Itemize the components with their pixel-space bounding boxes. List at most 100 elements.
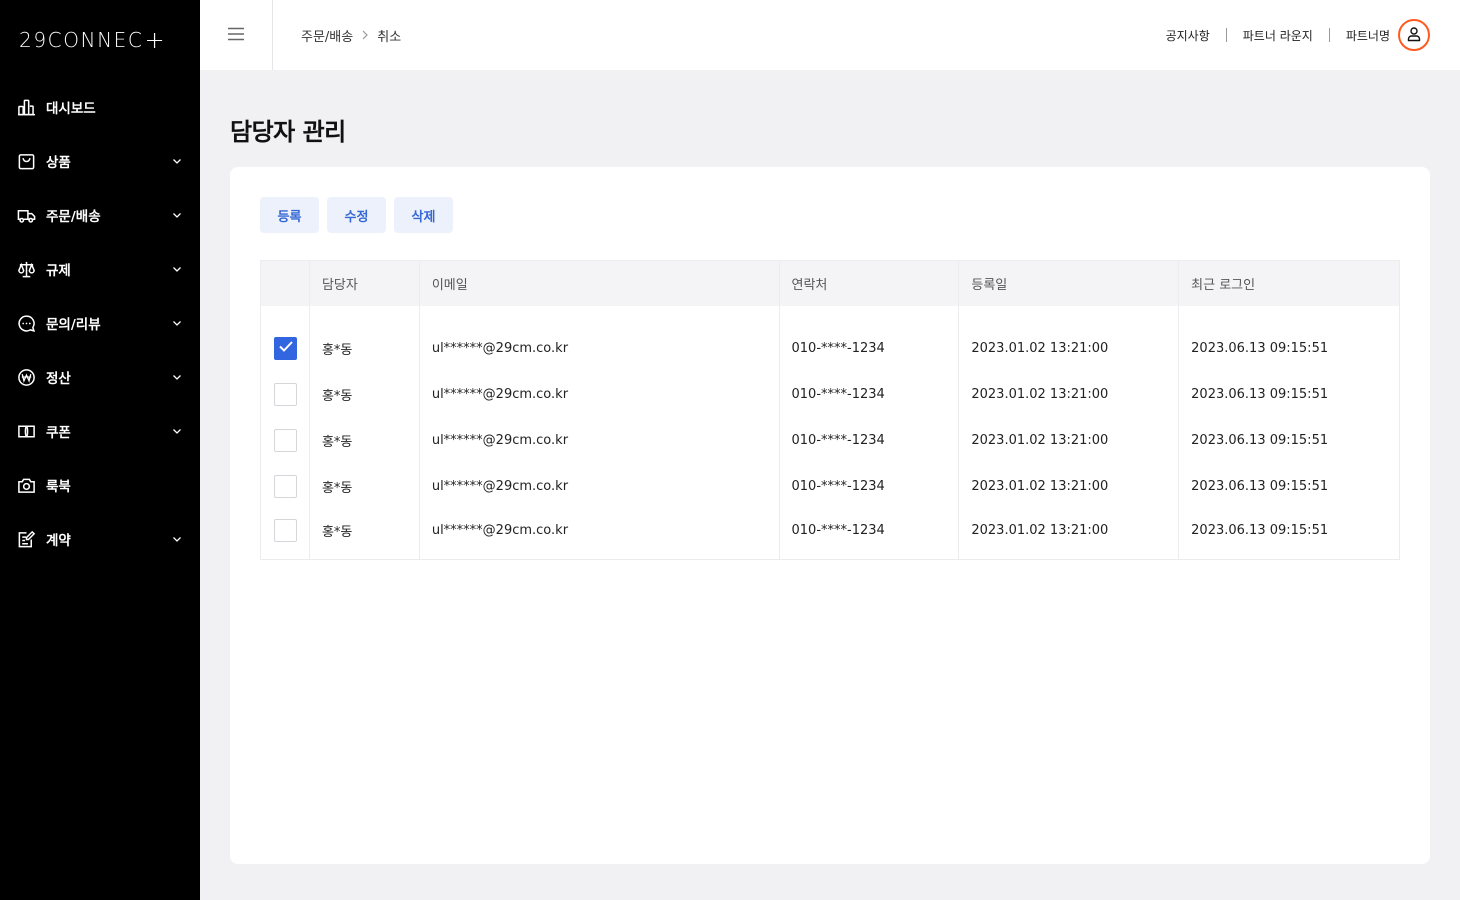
- row-checkbox[interactable]: [274, 475, 297, 498]
- email-cell: ul******@29cm.co.kr: [419, 417, 780, 464]
- email-cell: ul******@29cm.co.kr: [419, 305, 780, 372]
- sidebar-item-label: 대시보드: [46, 101, 96, 117]
- sidebar-item-settlement[interactable]: 정산: [0, 350, 200, 404]
- manager-cell: 홍*동: [309, 417, 420, 464]
- table-row[interactable]: 홍*동 ul******@29cm.co.kr 010-****-1234 20…: [260, 417, 1400, 464]
- last-login-cell: 2023.06.13 09:15:51: [1191, 522, 1329, 538]
- column-header-email[interactable]: 이메일: [419, 260, 780, 306]
- won-coin-icon: [17, 368, 36, 387]
- header-links: 공지사항 파트너 라운지 파트너명: [1166, 0, 1430, 70]
- sidebar-item-label: 정산: [46, 371, 71, 387]
- select-cell: [260, 463, 310, 510]
- chevron-down-icon: [172, 210, 182, 220]
- table-row[interactable]: 홍*동 ul******@29cm.co.kr 010-****-1234 20…: [260, 305, 1400, 372]
- sidebar-nav: 대시보드 상품 주문/배송 규제 문의/리뷰 정산 쿠폰 룩북 계약: [0, 80, 200, 566]
- chevron-down-icon: [172, 426, 182, 436]
- breadcrumb-item-cancel: 취소: [377, 29, 402, 45]
- phone-cell: 010-****-1234: [779, 463, 960, 510]
- sidebar: 29CONNEC + 대시보드 상품 주문/배송 규제 문의/리뷰 정산 쿠폰 …: [0, 0, 200, 900]
- select-cell: [260, 305, 310, 372]
- partner-lounge-link[interactable]: 파트너 라운지: [1243, 27, 1313, 44]
- register-button[interactable]: 등록: [260, 197, 319, 233]
- column-header-manager[interactable]: 담당자: [309, 260, 420, 306]
- chevron-down-icon: [172, 264, 182, 274]
- breadcrumb-item-orders[interactable]: 주문/배송: [301, 26, 353, 45]
- table-row[interactable]: 홍*동 ul******@29cm.co.kr 010-****-1234 20…: [260, 509, 1400, 560]
- sidebar-item-dashboard[interactable]: 대시보드: [0, 80, 200, 134]
- hamburger-icon: [228, 26, 244, 45]
- sidebar-item-regulation[interactable]: 규제: [0, 242, 200, 296]
- row-checkbox[interactable]: [274, 337, 297, 360]
- sidebar-item-inquiries[interactable]: 문의/리뷰: [0, 296, 200, 350]
- sidebar-item-label: 문의/리뷰: [46, 317, 101, 333]
- registered-cell: 2023.01.02 13:21:00: [958, 371, 1180, 418]
- last-login-cell: 2023.06.13 09:15:51: [1191, 433, 1329, 448]
- registered-cell: 2023.01.02 13:21:00: [958, 417, 1180, 464]
- last-login-cell: 2023.06.13 09:15:51: [1191, 479, 1329, 494]
- manager-card: 등록 수정 삭제 담당자 이메일 연락처 등록일 최근 로그인 홍*동 ul**…: [230, 167, 1430, 864]
- sidebar-item-contract[interactable]: 계약: [0, 512, 200, 566]
- email-cell: ul******@29cm.co.kr: [419, 509, 780, 560]
- manager-cell: 홍*동: [309, 305, 420, 372]
- chevron-down-icon: [172, 156, 182, 166]
- divider: [1328, 28, 1330, 42]
- contract-edit-icon: [17, 530, 36, 549]
- table-row[interactable]: 홍*동 ul******@29cm.co.kr 010-****-1234 20…: [260, 463, 1400, 510]
- sidebar-item-orders[interactable]: 주문/배송: [0, 188, 200, 242]
- notice-link[interactable]: 공지사항: [1166, 27, 1210, 44]
- phone-cell: 010-****-1234: [779, 417, 960, 464]
- phone-cell: 010-****-1234: [779, 371, 960, 418]
- column-header-registered[interactable]: 등록일: [958, 260, 1180, 306]
- sidebar-item-label: 룩북: [46, 479, 71, 495]
- sidebar-item-label: 계약: [46, 533, 71, 549]
- chat-bubble-icon: [17, 314, 36, 333]
- table-header-row: 담당자 이메일 연락처 등록일 최근 로그인: [260, 260, 1400, 306]
- shopping-bag-icon: [17, 152, 36, 171]
- avatar[interactable]: [1398, 19, 1430, 51]
- sidebar-item-label: 쿠폰: [46, 425, 71, 441]
- phone-cell: 010-****-1234: [779, 305, 960, 372]
- edit-button[interactable]: 수정: [327, 197, 386, 233]
- registered-cell: 2023.01.02 13:21:00: [958, 305, 1180, 372]
- registered-cell: 2023.01.02 13:21:00: [958, 463, 1180, 510]
- camera-icon: [17, 476, 36, 495]
- logo[interactable]: 29CONNEC +: [19, 27, 166, 53]
- manager-cell: 홍*동: [309, 463, 420, 510]
- row-checkbox[interactable]: [274, 429, 297, 452]
- action-buttons: 등록 수정 삭제: [260, 197, 453, 233]
- logo-plus: +: [144, 26, 167, 54]
- partner-name[interactable]: 파트너명: [1346, 27, 1390, 44]
- manager-cell: 홍*동: [309, 371, 420, 418]
- chevron-down-icon: [172, 372, 182, 382]
- delete-button[interactable]: 삭제: [394, 197, 453, 233]
- sidebar-item-lookbook[interactable]: 룩북: [0, 458, 200, 512]
- column-header-last-login[interactable]: 최근 로그인: [1178, 260, 1400, 306]
- last-login-cell: 2023.06.13 09:15:51: [1191, 341, 1329, 356]
- sidebar-item-products[interactable]: 상품: [0, 134, 200, 188]
- select-column-header: [260, 260, 310, 306]
- select-cell: [260, 417, 310, 464]
- row-checkbox[interactable]: [274, 518, 297, 542]
- sidebar-item-label: 규제: [46, 263, 71, 279]
- sidebar-item-coupons[interactable]: 쿠폰: [0, 404, 200, 458]
- row-checkbox[interactable]: [274, 383, 297, 406]
- chevron-down-icon: [172, 318, 182, 328]
- column-header-phone[interactable]: 연락처: [779, 260, 960, 306]
- logo-text: 29CONNEC: [19, 28, 144, 52]
- top-header: 주문/배송 취소 공지사항 파트너 라운지 파트너명: [200, 0, 1460, 70]
- sidebar-item-label: 상품: [46, 155, 71, 171]
- page-title: 담당자 관리: [230, 118, 346, 146]
- chevron-right-icon: [361, 30, 369, 40]
- registered-cell: 2023.01.02 13:21:00: [958, 509, 1180, 560]
- menu-toggle-button[interactable]: [200, 0, 273, 70]
- sidebar-item-label: 주문/배송: [46, 209, 101, 225]
- scale-icon: [17, 260, 36, 279]
- manager-table: 담당자 이메일 연락처 등록일 최근 로그인 홍*동 ul******@29cm…: [260, 260, 1400, 560]
- last-login-cell: 2023.06.13 09:15:51: [1191, 387, 1329, 402]
- user-icon: [1406, 26, 1422, 45]
- coupon-icon: [17, 422, 36, 441]
- phone-cell: 010-****-1234: [779, 509, 960, 560]
- email-cell: ul******@29cm.co.kr: [419, 463, 780, 510]
- table-row[interactable]: 홍*동 ul******@29cm.co.kr 010-****-1234 20…: [260, 371, 1400, 418]
- chevron-down-icon: [172, 534, 182, 544]
